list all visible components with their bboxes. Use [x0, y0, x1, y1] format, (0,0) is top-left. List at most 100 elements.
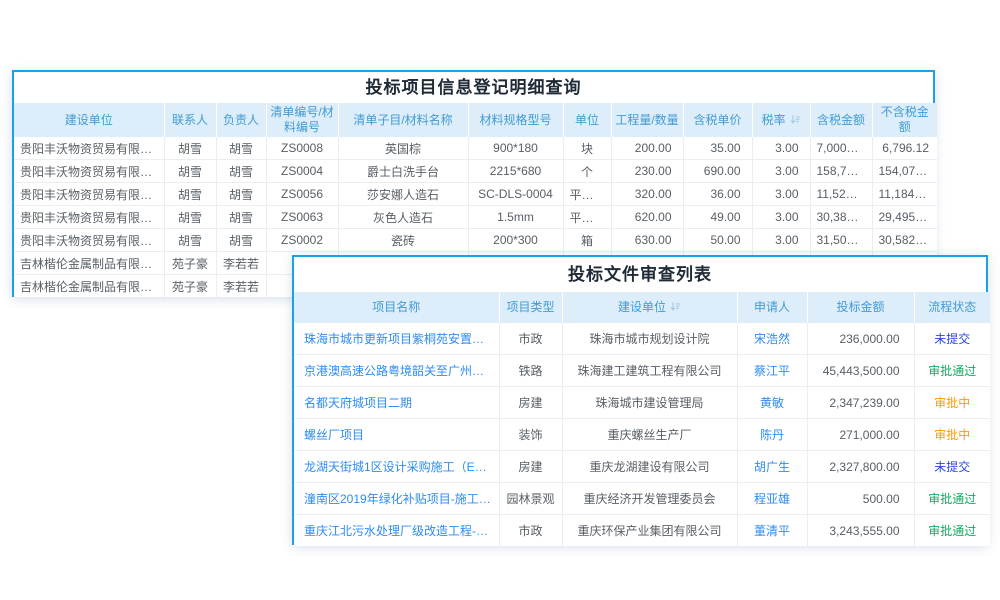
- cell-quantity: 620.00: [611, 206, 683, 229]
- column-header-label: 清单子目/材料名称: [353, 113, 452, 127]
- cell-item-name: 莎安娜人造石: [338, 183, 468, 206]
- cell-list-code: ZS0004: [266, 160, 338, 183]
- applicant-link[interactable]: 蔡江平: [737, 355, 807, 387]
- column-header-label: 项目名称: [372, 300, 420, 314]
- cell-project-type: 园林景观: [499, 483, 562, 515]
- cell-unit-price: 50.00: [683, 229, 752, 252]
- cell-org: 贵阳丰沃物资贸易有限公司: [14, 183, 164, 206]
- column-header-spec: 材料规格型号: [468, 103, 563, 137]
- column-header-contact: 联系人: [164, 103, 216, 137]
- applicant-link[interactable]: 陈丹: [737, 419, 807, 451]
- cell-tax-rate: 3.00: [752, 206, 810, 229]
- applicant-link[interactable]: 程亚雄: [737, 483, 807, 515]
- column-header-org[interactable]: 建设单位: [562, 292, 737, 323]
- column-header-label: 材料规格型号: [479, 113, 551, 127]
- cell-tax-amount: 31,500.00: [810, 229, 872, 252]
- cell-notax-amount: 29,495.15: [872, 206, 937, 229]
- applicant-link[interactable]: 黄敏: [737, 387, 807, 419]
- cell-org: 重庆经济开发管理委员会: [562, 483, 737, 515]
- column-header-org: 建设单位: [14, 103, 164, 137]
- cell-spec: SC-DLS-0004: [468, 183, 563, 206]
- cell-contact: 苑子豪: [164, 252, 216, 275]
- cell-bid-amount: 500.00: [807, 483, 914, 515]
- cell-item-name: 灰色人造石: [338, 206, 468, 229]
- cell-manager: 李若若: [216, 275, 266, 298]
- column-header-unit: 单位: [563, 103, 611, 137]
- cell-bid-amount: 2,347,239.00: [807, 387, 914, 419]
- detail-table-header-row: 建设单位联系人负责人清单编号/材料编号清单子目/材料名称材料规格型号单位工程量/…: [14, 103, 937, 137]
- cell-org: 重庆螺丝生产厂: [562, 419, 737, 451]
- cell-notax-amount: 30,582.52: [872, 229, 937, 252]
- cell-unit-price: 36.00: [683, 183, 752, 206]
- cell-contact: 苑子豪: [164, 275, 216, 298]
- column-header-label: 含税单价: [693, 113, 741, 127]
- status-text: 未提交: [914, 451, 990, 483]
- cell-quantity: 630.00: [611, 229, 683, 252]
- cell-org: 贵阳丰沃物资贸易有限公司: [14, 160, 164, 183]
- project-name-link[interactable]: 京港澳高速公路粤境韶关至广州互通路...: [294, 355, 499, 387]
- column-header-tax-amount: 含税金额: [810, 103, 872, 137]
- cell-contact: 胡雪: [164, 160, 216, 183]
- cell-list-code: ZS0063: [266, 206, 338, 229]
- cell-notax-amount: 154,077....: [872, 160, 937, 183]
- cell-spec: 900*180: [468, 137, 563, 160]
- table-row: 潼南区2019年绿化补贴项目-施工2标段园林景观重庆经济开发管理委员会程亚雄50…: [294, 483, 990, 515]
- column-header-label: 建设单位: [65, 113, 113, 127]
- cell-list-code: ZS0002: [266, 229, 338, 252]
- review-list-panel-title: 投标文件审查列表: [294, 257, 986, 292]
- cell-unit: 平方米: [563, 206, 611, 229]
- column-header-label: 联系人: [172, 113, 208, 127]
- column-header-notax-amount: 不含税金额: [872, 103, 937, 137]
- cell-spec: 2215*680: [468, 160, 563, 183]
- review-list-table: 项目名称项目类型建设单位申请人投标金额流程状态 珠海市城市更新项目紫桐苑安置点设…: [294, 292, 990, 546]
- table-row: 贵阳丰沃物资贸易有限公司胡雪胡雪ZS0008英国棕900*180块200.003…: [14, 137, 937, 160]
- cell-unit: 个: [563, 160, 611, 183]
- table-row: 京港澳高速公路粤境韶关至广州互通路...铁路珠海建工建筑工程有限公司蔡江平45,…: [294, 355, 990, 387]
- column-header-label: 申请人: [754, 300, 790, 314]
- cell-list-code: ZS0008: [266, 137, 338, 160]
- status-text: 审批通过: [914, 515, 990, 547]
- cell-manager: 胡雪: [216, 183, 266, 206]
- cell-org: 贵阳丰沃物资贸易有限公司: [14, 229, 164, 252]
- project-name-link[interactable]: 龙湖天街城1区设计采购施工（EPC）...: [294, 451, 499, 483]
- cell-project-type: 装饰: [499, 419, 562, 451]
- cell-project-type: 房建: [499, 451, 562, 483]
- applicant-link[interactable]: 董清平: [737, 515, 807, 547]
- cell-notax-amount: 6,796.12: [872, 137, 937, 160]
- cell-item-name: 英国棕: [338, 137, 468, 160]
- column-header-label: 负责人: [223, 113, 259, 127]
- cell-list-code: ZS0056: [266, 183, 338, 206]
- project-name-link[interactable]: 名都天府城项目二期: [294, 387, 499, 419]
- cell-tax-amount: 30,380.00: [810, 206, 872, 229]
- cell-spec: 200*300: [468, 229, 563, 252]
- cell-org: 珠海城市建设管理局: [562, 387, 737, 419]
- column-header-label: 含税金额: [817, 113, 865, 127]
- cell-tax-amount: 11,520.00: [810, 183, 872, 206]
- cell-unit-price: 690.00: [683, 160, 752, 183]
- cell-manager: 胡雪: [216, 206, 266, 229]
- status-text: 审批中: [914, 387, 990, 419]
- project-name-link[interactable]: 螺丝厂项目: [294, 419, 499, 451]
- table-row: 贵阳丰沃物资贸易有限公司胡雪胡雪ZS0002瓷砖200*300箱630.0050…: [14, 229, 937, 252]
- column-header-label: 清单编号/材料编号: [270, 105, 333, 134]
- project-name-link[interactable]: 重庆江北污水处理厂级改造工程-道路...: [294, 515, 499, 547]
- cell-unit-price: 35.00: [683, 137, 752, 160]
- table-row: 名都天府城项目二期房建珠海城市建设管理局黄敏2,347,239.00审批中: [294, 387, 990, 419]
- column-header-bid-amount: 投标金额: [807, 292, 914, 323]
- cell-manager: 胡雪: [216, 229, 266, 252]
- column-header-label: 建设单位: [618, 300, 666, 314]
- table-row: 贵阳丰沃物资贸易有限公司胡雪胡雪ZS0004爵士白洗手台2215*680个230…: [14, 160, 937, 183]
- project-name-link[interactable]: 潼南区2019年绿化补贴项目-施工2标段: [294, 483, 499, 515]
- cell-org: 贵阳丰沃物资贸易有限公司: [14, 206, 164, 229]
- status-text: 审批中: [914, 419, 990, 451]
- applicant-link[interactable]: 宋浩然: [737, 323, 807, 355]
- table-row: 贵阳丰沃物资贸易有限公司胡雪胡雪ZS0056莎安娜人造石SC-DLS-0004平…: [14, 183, 937, 206]
- project-name-link[interactable]: 珠海市城市更新项目紫桐苑安置点设计...: [294, 323, 499, 355]
- column-header-item-name: 清单子目/材料名称: [338, 103, 468, 137]
- cell-bid-amount: 236,000.00: [807, 323, 914, 355]
- applicant-link[interactable]: 胡广生: [737, 451, 807, 483]
- cell-contact: 胡雪: [164, 137, 216, 160]
- column-header-tax-rate[interactable]: 税率: [752, 103, 810, 137]
- app-canvas: { "detail_panel": { "title": "投标项目信息登记明细…: [0, 0, 1000, 600]
- cell-org: 吉林楷伦金属制品有限公司: [14, 252, 164, 275]
